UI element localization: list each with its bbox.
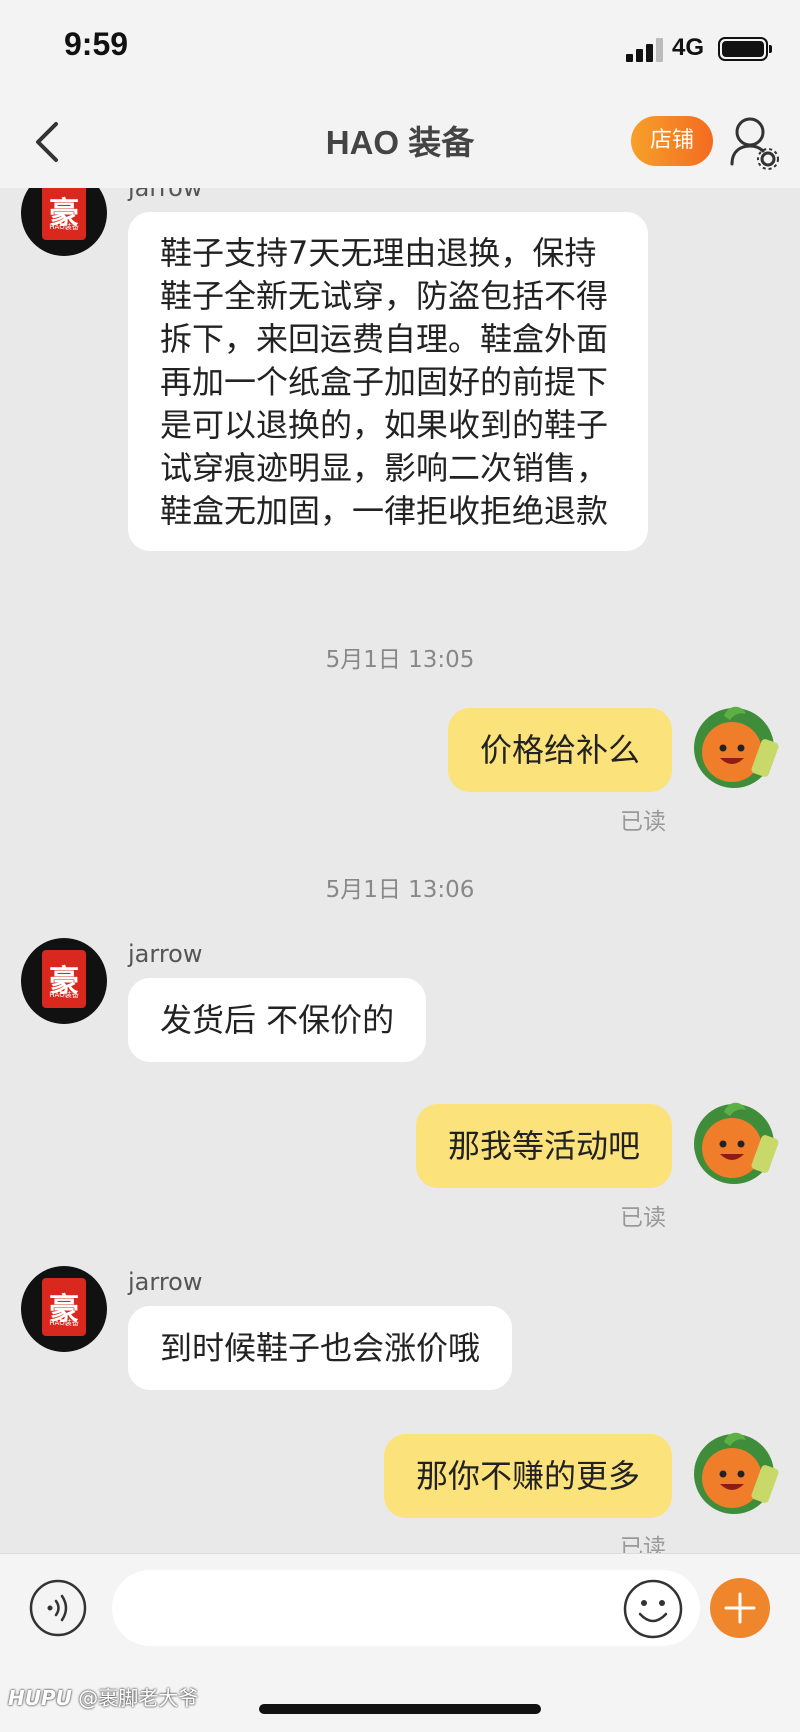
shop-avatar[interactable]: 豪 HAO装备	[21, 938, 107, 1024]
message-bubble-outgoing[interactable]: 那我等活动吧	[415, 1104, 672, 1188]
user-avatar[interactable]	[690, 1430, 782, 1518]
watermark-brand: HUPU	[8, 1686, 72, 1710]
message-bubble-outgoing[interactable]: 那你不赚的更多	[383, 1434, 672, 1518]
avatar-logo-caption: HAO装备	[49, 991, 79, 999]
message-input[interactable]	[112, 1570, 700, 1646]
nav-bar: HAO 装备 店铺	[0, 96, 800, 188]
smiley-icon	[623, 1579, 683, 1639]
voice-icon	[29, 1579, 87, 1637]
battery-icon	[718, 37, 772, 61]
home-indicator	[259, 1704, 541, 1714]
emoji-button[interactable]	[622, 1578, 684, 1640]
message-bubble-incoming[interactable]: 发货后 不保价的	[128, 978, 427, 1062]
chat-messages[interactable]: 豪 HAO装备 jarrow 鞋子支持7天无理由退换，保持鞋子全新无试穿，防盗包括…	[0, 188, 800, 1553]
voice-input-button[interactable]	[28, 1578, 88, 1638]
shop-avatar[interactable]: 豪 HAO装备	[21, 188, 107, 256]
more-actions-button[interactable]	[710, 1578, 770, 1638]
watermark-handle: @裹脚老大爷	[78, 1686, 199, 1710]
shop-button[interactable]: 店铺	[631, 116, 713, 166]
watermark: HUPU @裹脚老大爷	[8, 1682, 198, 1711]
status-bar: 9:59 4G	[0, 0, 800, 96]
user-settings-icon	[730, 117, 779, 170]
sender-name: jarrow	[128, 188, 203, 202]
cellular-signal-icon	[626, 38, 664, 62]
avatar-logo-caption: HAO装备	[49, 1319, 79, 1327]
sender-name: jarrow	[128, 1268, 203, 1296]
user-avatar[interactable]	[690, 704, 782, 792]
message-timestamp: 5月1日 13:05	[325, 647, 475, 673]
avatar-logo-caption: HAO装备	[49, 223, 79, 231]
message-bubble-incoming[interactable]: 鞋子支持7天无理由退换，保持鞋子全新无试穿，防盗包括不得拆下，来回运费自理。鞋盒…	[128, 212, 648, 551]
read-receipt: 已读	[620, 1535, 666, 1553]
user-avatar[interactable]	[690, 1100, 782, 1188]
input-bar: HUPU @裹脚老大爷	[0, 1553, 800, 1732]
read-receipt: 已读	[620, 1205, 666, 1231]
read-receipt: 已读	[620, 809, 666, 835]
network-type-label: 4G	[672, 34, 705, 61]
message-timestamp: 5月1日 13:06	[325, 877, 475, 903]
plus-icon	[724, 1592, 756, 1624]
message-bubble-outgoing[interactable]: 价格给补么	[447, 708, 672, 792]
shop-avatar[interactable]: 豪 HAO装备	[21, 1266, 107, 1352]
sender-name: jarrow	[128, 940, 203, 968]
message-bubble-incoming[interactable]: 到时候鞋子也会涨价哦	[128, 1306, 513, 1390]
status-time: 9:59	[64, 26, 129, 62]
user-settings-button[interactable]	[728, 114, 782, 172]
